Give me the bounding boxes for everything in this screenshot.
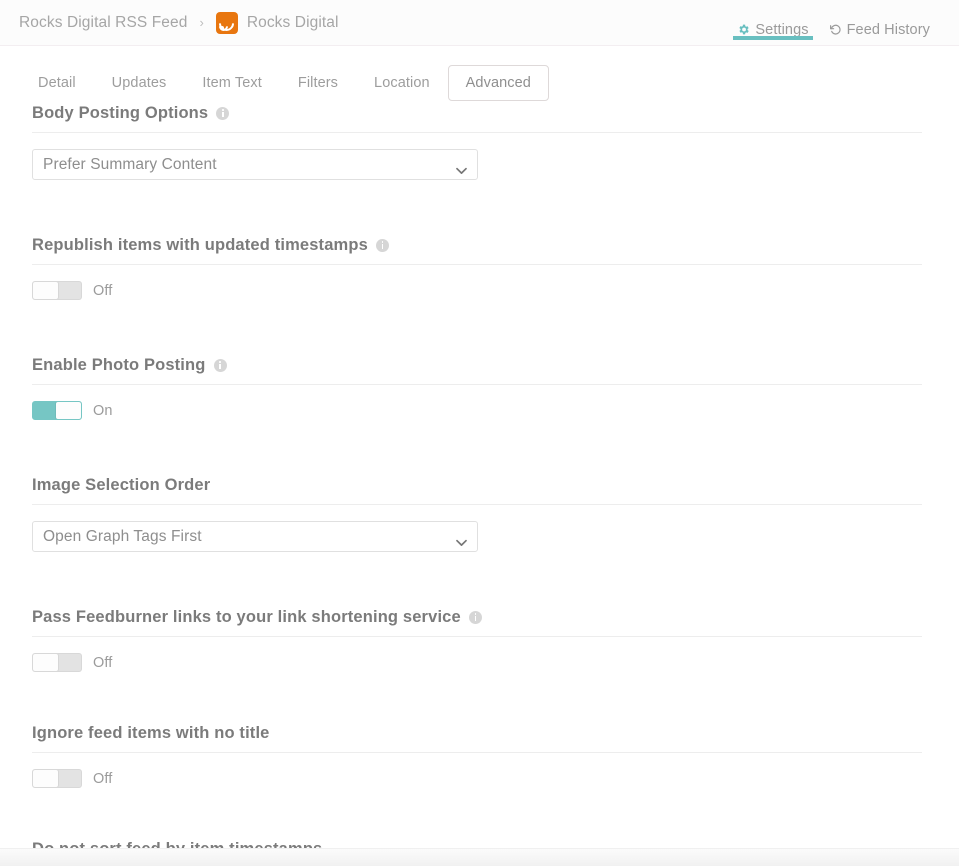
info-icon[interactable] [216,107,230,120]
section-body: Open Graph Tags First First Image In Con… [32,505,959,552]
enable-photo-posting-toggle-state: On [93,402,113,419]
tab-location[interactable]: Location [356,65,448,101]
section-body: Off [32,265,959,300]
breadcrumb-root-link[interactable]: Rocks Digital RSS Feed [19,14,187,32]
tab-filters[interactable]: Filters [280,65,356,101]
section-pass-feedburner-links: Pass Feedburner links to your link short… [0,608,959,672]
breadcrumb: Rocks Digital RSS Feed › Rocks Digital [0,11,339,34]
header-action-feed-history-label: Feed History [846,21,930,38]
section-image-selection-order: Image Selection Order Open Graph Tags Fi… [0,476,959,552]
section-republish-items: Republish items with updated timestamps … [0,236,959,300]
tab-detail[interactable]: Detail [20,65,94,101]
tab-updates[interactable]: Updates [94,65,185,101]
breadcrumb-current-feed[interactable]: Rocks Digital [247,14,339,32]
section-title: Enable Photo Posting [32,356,206,374]
image-selection-order-select-wrap: Open Graph Tags First First Image In Con… [32,521,478,552]
toggle-knob [56,402,81,419]
section-ignore-no-title: Ignore feed items with no title Off [0,724,959,788]
republish-items-toggle-state: Off [93,282,113,299]
gear-icon [737,23,750,36]
enable-photo-posting-toggle-row: On [32,401,959,420]
section-body: On [32,385,959,420]
section-title: Body Posting Options [32,104,209,122]
section-body: Off [32,637,959,672]
enable-photo-posting-toggle[interactable] [32,401,82,420]
section-header: Enable Photo Posting [32,356,922,385]
info-icon[interactable] [375,239,389,252]
section-body: Prefer Summary Content Prefer Full Conte… [32,133,959,180]
tab-item-text[interactable]: Item Text [184,65,279,101]
section-header: Ignore feed items with no title [32,724,922,753]
info-icon[interactable] [468,611,482,624]
pass-feedburner-links-toggle-state: Off [93,654,113,671]
active-tab-indicator [733,35,813,40]
ignore-no-title-toggle-state: Off [93,770,113,787]
page-root: Rocks Digital RSS Feed › Rocks Digital S… [0,0,959,866]
settings-tab-bar: Detail Updates Item Text Filters Locatio… [0,46,959,104]
section-enable-photo-posting: Enable Photo Posting On [0,356,959,420]
toggle-knob [33,770,58,787]
section-title: Pass Feedburner links to your link short… [32,608,461,626]
section-header: Republish items with updated timestamps [32,236,922,265]
republish-items-toggle-row: Off [32,281,959,300]
section-header: Image Selection Order [32,476,922,505]
toggle-knob [33,654,58,671]
image-selection-order-select[interactable]: Open Graph Tags First First Image In Con… [32,521,478,552]
body-posting-options-select[interactable]: Prefer Summary Content Prefer Full Conte… [32,149,478,180]
section-body: Off [32,753,959,788]
rss-icon [215,11,238,34]
section-title: Image Selection Order [32,476,211,494]
section-body-posting-options: Body Posting Options Prefer Summary Cont… [0,104,959,180]
toggle-knob [33,282,58,299]
header-actions: Settings Feed History [727,0,959,46]
section-title: Republish items with updated timestamps [32,236,368,254]
info-icon[interactable] [213,359,227,372]
top-header-bar: Rocks Digital RSS Feed › Rocks Digital S… [0,0,959,46]
pass-feedburner-links-toggle-row: Off [32,653,959,672]
ignore-no-title-toggle-row: Off [32,769,959,788]
history-icon [829,23,842,36]
section-header: Pass Feedburner links to your link short… [32,608,922,637]
advanced-settings-content: Body Posting Options Prefer Summary Cont… [0,104,959,866]
body-posting-options-select-wrap: Prefer Summary Content Prefer Full Conte… [32,149,478,180]
section-header: Body Posting Options [32,104,922,133]
pass-feedburner-links-toggle[interactable] [32,653,82,672]
ignore-no-title-toggle[interactable] [32,769,82,788]
section-title: Ignore feed items with no title [32,724,270,742]
header-action-settings[interactable]: Settings [727,0,818,46]
tab-advanced[interactable]: Advanced [447,65,549,101]
republish-items-toggle[interactable] [32,281,82,300]
breadcrumb-separator-icon: › [199,15,204,30]
page-footer [0,848,959,866]
header-action-feed-history[interactable]: Feed History [819,0,940,46]
